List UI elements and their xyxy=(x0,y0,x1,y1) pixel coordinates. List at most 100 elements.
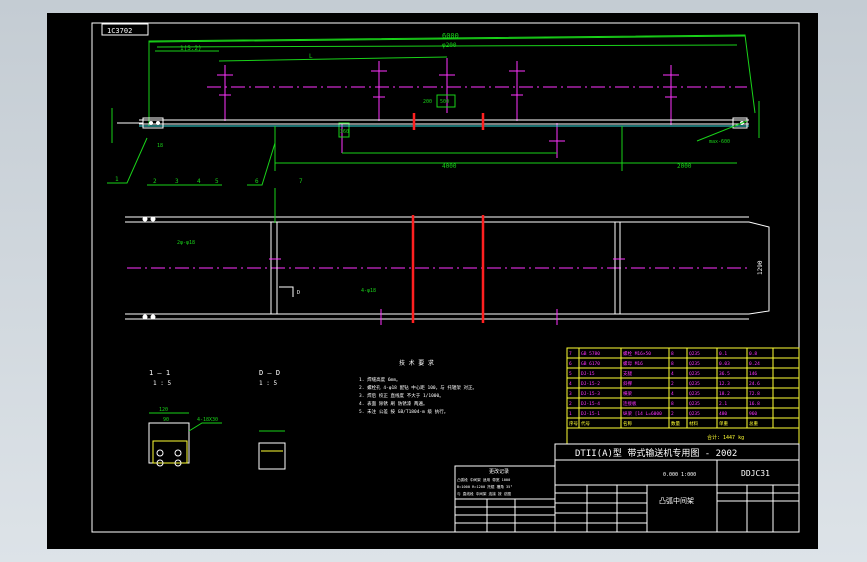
section-note-leader xyxy=(188,422,222,432)
bom-cell: 0.24 xyxy=(749,361,760,367)
drawing-sheet[interactable]: 1C3702 6000 φ200 1(5.2) L 500 360 200 18… xyxy=(47,13,818,549)
dim-top-overall: 6000 xyxy=(442,32,459,40)
bom-cell: 480 xyxy=(719,411,727,417)
code-box-text: 1C3702 xyxy=(107,27,132,35)
item-2: 2 xyxy=(153,178,157,185)
bom-cell: Q235 xyxy=(689,371,700,377)
leader-6 xyxy=(247,142,276,186)
bom-cell: 2 xyxy=(671,381,674,387)
bom-table: 7 GB 5780 螺栓 M16×50 8 Q235 0.1 0.8 6 GB 6170 螺母 M… xyxy=(566,347,800,445)
bom-cell: 4 xyxy=(671,371,674,377)
bom-frame xyxy=(566,347,800,445)
bolt-left-1 xyxy=(149,121,153,125)
bom-cell: DJ-15-2 xyxy=(581,381,600,387)
section-1-hole-1 xyxy=(156,449,164,457)
item-6: 6 xyxy=(255,178,259,185)
bom-cell: Q235 xyxy=(689,381,700,387)
bom-cell: 24.6 xyxy=(749,381,760,387)
bom-header-cell: 数量 xyxy=(671,420,680,427)
bom-cell: Q235 xyxy=(689,361,700,367)
bom-cell: 2.1 xyxy=(719,401,727,407)
bom-cell: 146 xyxy=(749,371,757,377)
bom-cell: 连接板 xyxy=(623,400,637,407)
cad-viewport[interactable]: 1C3702 6000 φ200 1(5.2) L 500 360 200 18… xyxy=(0,0,867,562)
bom-cell: 7 xyxy=(569,351,572,357)
section-views: 1 — 1 1 : 5 D — D 1 : 5 120 90 4-18X30 xyxy=(148,369,286,470)
bom-cell: 0.1 xyxy=(719,351,727,357)
section-1-body xyxy=(148,422,190,464)
title-block: DTII(A)型 带式输送机专用图 - 2002 0.000 1:000 DDJ… xyxy=(554,443,800,533)
bom-cell: 纵梁 [14 L=6000 xyxy=(623,410,662,417)
bom-cell: 0.8 xyxy=(749,351,757,357)
bom-cell: 螺栓 M16×50 xyxy=(623,350,651,357)
bom-cell: DJ-15-3 xyxy=(581,391,600,397)
bom-cell: 72.8 xyxy=(749,391,760,397)
section-d-marker xyxy=(279,286,294,297)
bom-header-cell: 代号 xyxy=(581,420,590,427)
dim-bottom-left: 4000 xyxy=(442,163,457,170)
plan-label-d: D xyxy=(297,290,300,296)
bom-cell: 4 xyxy=(671,391,674,397)
bom-cell: 36.5 xyxy=(719,371,730,377)
section-w: 120 xyxy=(159,407,168,413)
note-line-3: 3. 焊后 校正 直线度 不大于 1/1000。 xyxy=(359,392,444,399)
bom-cell: 18.2 xyxy=(719,391,730,397)
section-d-body xyxy=(258,442,286,470)
change-line-2: B=1000 R=1200 托辊 槽角 35° xyxy=(457,484,512,489)
dim-mid-a: L xyxy=(309,53,313,60)
plan-view: 1290 7 2φ-φ18 4-φ18 D xyxy=(125,178,770,325)
dim-side-h: 360 xyxy=(340,129,349,135)
bom-cell: 8 xyxy=(671,361,674,367)
plan-bolt-4 xyxy=(150,314,156,320)
plan-label-2: 4-φ18 xyxy=(361,288,376,294)
note-line-1: 1. 焊缝高度 6mm。 xyxy=(359,376,400,383)
bom-cell: 6 xyxy=(569,361,572,367)
bom-cell: Q235 xyxy=(689,351,700,357)
bom-cell: 横梁 xyxy=(623,390,632,397)
section-1-hole-2 xyxy=(174,449,182,457)
note-line-2: 2. 螺栓孔 4-φ18 配钻 中心距 100，与 托辊架 对正。 xyxy=(359,384,477,391)
bom-cell: 螺母 M16 xyxy=(623,360,643,367)
note-line-5: 5. 未注 公差 按 GB/T1804-m 级 执行。 xyxy=(359,408,448,415)
part-name: 凸弧中间架 xyxy=(659,496,694,505)
bom-cell: 12.3 xyxy=(719,381,730,387)
section-w2: 90 xyxy=(163,417,169,423)
note-line-4: 4. 表面 除锈 刷 防锈漆 两遍。 xyxy=(359,400,427,407)
bom-header-cell: 单重 xyxy=(719,420,728,427)
bom-cell: 支腿 xyxy=(623,370,632,377)
drawing-number: DDJC31 xyxy=(741,469,770,478)
bom-cell: 8 xyxy=(671,401,674,407)
dim-a-line xyxy=(218,56,448,62)
section-1-sub: 1 : 5 xyxy=(153,380,171,387)
bom-cell: 8 xyxy=(671,351,674,357)
bom-cell: GB 5780 xyxy=(581,351,600,357)
bom-total-weight: 合计: 1447 kg xyxy=(707,434,744,441)
bom-cell: DJ-15 xyxy=(581,371,595,377)
change-table-title: 更改记录 xyxy=(489,468,509,475)
bom-cell: DJ-15-4 xyxy=(581,401,600,407)
drawing-title-main: DTII(A)型 带式输送机专用图 - 2002 xyxy=(575,447,737,459)
plan-bolt-1 xyxy=(142,216,148,222)
bom-header-cell: 名称 xyxy=(623,420,632,427)
dim-top-inner: φ200 xyxy=(442,42,457,49)
item-1: 1 xyxy=(115,176,119,183)
bom-cell: 2 xyxy=(569,401,572,407)
item-4: 4 xyxy=(197,178,201,185)
dim-side-h2: 200 xyxy=(423,99,432,105)
bom-cell: 16.8 xyxy=(749,401,760,407)
bom-header-cell: 总重 xyxy=(749,420,758,427)
bom-cell: 斜撑 xyxy=(623,380,632,387)
section-note: 4-18X30 xyxy=(197,417,218,423)
leader-1 xyxy=(107,137,148,184)
bom-cell: Q235 xyxy=(689,411,700,417)
left-end-note: 18 xyxy=(157,143,163,149)
bom-cell: GB 6170 xyxy=(581,361,600,367)
bom-cell: 960 xyxy=(749,411,757,417)
bom-cell: 3 xyxy=(569,391,572,397)
item-7: 7 xyxy=(299,178,303,185)
change-line-3: 与 直线段 中间架 连接 按 总图 xyxy=(457,491,511,496)
section-1-plate xyxy=(152,440,188,464)
bom-cell: DJ-15-1 xyxy=(581,411,600,417)
plan-bolt-2 xyxy=(150,216,156,222)
bom-cell: 4 xyxy=(569,381,572,387)
